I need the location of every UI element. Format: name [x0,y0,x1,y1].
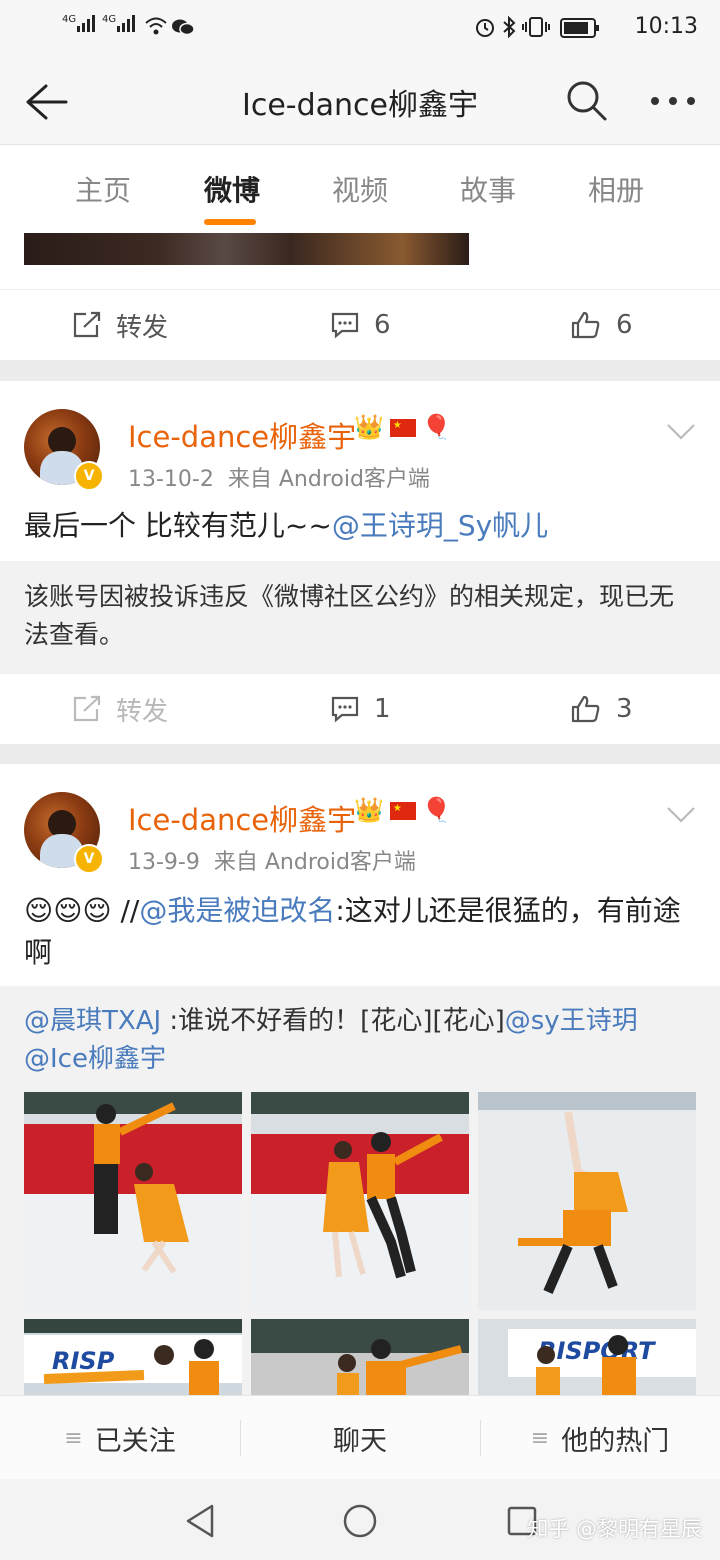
post-meta: 13-9-9 来自 Android客户端 [128,850,416,875]
repost-button[interactable]: 转发 [72,674,168,744]
page-title: Ice-dance柳鑫宇 [241,88,478,123]
figure-skating-photo-2[interactable] [251,1092,469,1310]
verified-badge-icon: V [74,461,104,491]
china-flag-icon: ★ [389,802,416,820]
profile-tabs: 主页 微博 视频 故事 相册 [0,144,720,233]
post-text: 最后一个 比较有范儿~~@王诗玥_Sy帆儿 [24,509,549,542]
like-button[interactable]: 3 [570,674,633,744]
tab-video[interactable]: 视频 [300,169,420,209]
following-button[interactable]: ≡ 已关注 [0,1396,240,1480]
post-text: 😌😌😌 //@我是被迫改名:这对儿还是很猛的，有前途啊 [24,894,681,969]
post-actions-bar: 转发 6 6 [0,289,720,360]
repost-icon [73,311,101,338]
figure-skating-photo-3[interactable] [478,1092,696,1310]
balloon-icon: 🎈 [421,796,452,824]
repost-button[interactable]: 转发 [72,290,168,360]
alarm-icon [476,19,494,37]
figure-skating-photo-4[interactable]: RISP [24,1319,242,1395]
vibrate-icon [522,17,550,37]
figure-skating-photo-5[interactable] [251,1319,469,1395]
mention-link[interactable]: @sy王诗玥 [505,1006,638,1036]
wifi-icon [145,17,167,35]
username[interactable]: Ice-dance柳鑫宇 [128,414,356,456]
comment-button[interactable]: 6 [330,290,391,360]
svg-text:RISPORT: RISPORT [538,1337,656,1365]
emoji-group: 😌😌😌 [24,894,112,927]
repost-icon [73,695,101,722]
hot-posts-button[interactable]: ≡ 他的热门 [480,1396,720,1480]
repost-block[interactable]: @晨琪TXAJ :谁说不好看的！[花心][花心]@sy王诗玥 @Ice柳鑫宇 RI… [0,986,720,1395]
watermark: 知乎 @黎明有星辰 [527,1517,702,1541]
tab-weibo[interactable]: 微博 [172,169,292,209]
post-actions-bar: 转发 1 3 [0,673,720,744]
bluetooth-icon [503,16,516,38]
profile-bottom-bar: ≡ 已关注 聊天 ≡ 他的热门 [0,1395,720,1480]
post-card: V Ice-dance柳鑫宇 👑 ★ 🎈 13-9-9 来自 Android客户端 … [0,764,720,986]
thumbs-up-icon [571,311,600,339]
deleted-repost-notice: 该账号因被投诉违反《微博社区公约》的相关规定，现已无法查看。 [24,582,675,649]
menu-icon: ≡ [530,1425,550,1451]
crown-icon: 👑 [354,796,384,824]
search-icon[interactable] [566,80,608,122]
verified-badge-icon: V [74,844,104,874]
tab-album[interactable]: 相册 [556,169,676,209]
repost-text: @晨琪TXAJ :谁说不好看的！[花心][花心]@sy王诗玥 @Ice柳鑫宇 [24,1006,638,1074]
comment-icon [331,312,359,339]
china-flag-icon: ★ [389,419,416,437]
crown-icon: 👑 [354,413,384,441]
signal-icon: 4G [62,14,98,35]
active-tab-indicator [204,219,256,225]
chevron-down-icon[interactable] [666,806,696,824]
username[interactable]: Ice-dance柳鑫宇 [128,797,356,839]
mention-link[interactable]: @晨琪TXAJ [24,1006,161,1036]
figure-skating-photo-1[interactable] [24,1092,242,1310]
post-meta: 13-10-2 来自 Android客户端 [128,467,430,492]
user-badges: 👑 ★ 🎈 [354,413,452,441]
like-button[interactable]: 6 [570,290,633,360]
mention-link[interactable]: @Ice柳鑫宇 [24,1044,166,1074]
post-image[interactable] [24,233,469,265]
balloon-icon: 🎈 [421,413,452,441]
comment-icon [331,696,359,723]
mention-link[interactable]: @我是被迫改名 [139,894,335,927]
comment-button[interactable]: 1 [330,674,391,744]
thumbs-up-icon [571,695,600,723]
home-circle-icon[interactable] [342,1503,378,1539]
post-card: V Ice-dance柳鑫宇 👑 ★ 🎈 13-10-2 来自 Android客户端… [0,381,720,561]
signal-icon-2: 4G [102,14,138,35]
chevron-down-icon[interactable] [666,423,696,441]
figure-skating-photo-6[interactable]: RISPORT [478,1319,696,1395]
more-icon[interactable] [650,96,696,106]
battery-icon [560,18,599,38]
user-badges: 👑 ★ 🎈 [354,796,452,824]
svg-text:RISP: RISP [52,1347,115,1375]
system-navigation-bar: 知乎 @黎明有星辰 [0,1479,720,1560]
back-triangle-icon[interactable] [184,1503,216,1539]
chat-button[interactable]: 聊天 [240,1396,480,1480]
status-bar: 4G 4G 10:13 [0,0,720,58]
wechat-icon [172,19,194,36]
menu-icon: ≡ [64,1425,83,1451]
mention-link[interactable]: @王诗玥_Sy帆儿 [332,509,548,542]
post-image-remnant-area [0,233,720,289]
repost-block[interactable]: 该账号因被投诉违反《微博社区公约》的相关规定，现已无法查看。 [0,561,720,673]
tab-story[interactable]: 故事 [428,169,548,209]
clock: 10:13 [634,14,698,39]
top-nav-bar: Ice-dance柳鑫宇 [0,58,720,144]
tab-home[interactable]: 主页 [43,169,163,209]
